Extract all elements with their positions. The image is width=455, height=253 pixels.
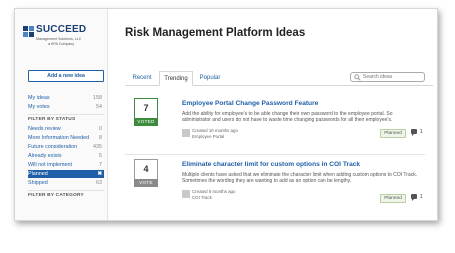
status-filter-label: Shipped [28,180,48,186]
status-badge: Planned [380,194,406,203]
status-filter-planned[interactable]: Planned ✖ [28,170,104,178]
tab-recent[interactable]: Recent [127,71,157,86]
idea-category-link[interactable]: COI Track [192,195,212,200]
idea-category-link[interactable]: Employee Portal [192,134,224,139]
vote-button[interactable]: 7 VOTED [134,98,158,126]
category-filter-heading: FILTER BY CATEGORY [28,193,84,198]
idea-title-link[interactable]: Eliminate character limit for custom opt… [182,161,360,168]
sidebar-item-count: 158 [93,95,102,101]
sidebar-item-label: My ideas [28,95,50,101]
sidebar-item-my-ideas[interactable]: My ideas 158 [28,94,104,102]
sidebar-item-my-votes[interactable]: My votes 54 [28,103,104,111]
idea-title-link[interactable]: Employee Portal Change Password Feature [182,100,318,107]
divider [28,114,104,115]
status-filter-label: Future consideration [28,144,78,150]
status-filter-shipped[interactable]: Shipped 63 [28,179,104,187]
status-filter-already-exists[interactable]: Already exists 5 [28,152,104,160]
idea-description: Multiple clients have asked that we elim… [182,172,418,185]
sidebar-item-label: My votes [28,104,50,110]
vote-label: VOTE [134,179,158,187]
comment-icon [411,129,417,137]
comments-link[interactable]: 1 [411,194,423,202]
idea-description: Add the ability for employee's to be abl… [182,111,393,124]
status-filter-count: 5 [99,153,102,159]
comment-count: 1 [419,194,423,200]
vote-label: VOTED [134,118,158,126]
vote-count: 4 [143,164,149,174]
status-filter-future[interactable]: Future consideration 435 [28,143,104,151]
status-filter-label: Will not implement [28,162,73,168]
logo-mark-icon [23,26,34,37]
avatar [182,129,190,137]
clear-filter-icon[interactable]: ✖ [97,170,102,178]
brand-logo[interactable]: SUCCEED Management Solutions, LLC a KPA … [23,23,101,53]
status-badge: Planned [380,129,406,138]
status-filter-count: 7 [99,162,102,168]
status-filter-label: Needs review [28,126,61,132]
page-title: Risk Management Platform Ideas [125,27,306,39]
sidebar-item-count: 54 [96,104,102,110]
tab-trending[interactable]: Trending [159,71,193,86]
status-filter-count: 63 [96,180,102,186]
search-input[interactable] [363,73,423,81]
tab-popular[interactable]: Popular [195,71,225,86]
status-filter-count: 8 [99,135,102,141]
status-filter-label: Already exists [28,153,62,159]
add-idea-button[interactable]: Add a new idea [28,70,104,82]
comment-icon [411,194,417,202]
brand-name: SUCCEED [36,24,87,35]
status-filter-needs-review[interactable]: Needs review 0 [28,125,104,133]
brand-subtitle: Management Solutions, LLC [36,37,82,41]
comments-link[interactable]: 1 [411,129,423,137]
status-filter-label: More Information Needed [28,135,90,141]
status-filter-heading: FILTER BY STATUS [28,117,76,122]
idea-created: Created 8 months ago [192,189,236,194]
status-filter-count: 435 [93,144,102,150]
avatar [182,190,190,198]
app-window: SUCCEED Management Solutions, LLC a KPA … [14,8,438,221]
divider [125,154,425,155]
status-filter-will-not-implement[interactable]: Will not implement 7 [28,161,104,169]
divider [28,190,104,191]
status-filter-count: 0 [99,126,102,132]
idea-created: Created 10 months ago [192,128,238,133]
comment-count: 1 [419,129,423,135]
search-box[interactable] [350,72,425,82]
vote-button[interactable]: 4 VOTE [134,159,158,187]
vote-count: 7 [143,103,149,113]
brand-tagline: a KPA Company [48,42,75,46]
status-filter-more-info[interactable]: More Information Needed 8 [28,134,104,142]
status-filter-label: Planned [28,171,48,177]
search-icon [354,74,361,81]
